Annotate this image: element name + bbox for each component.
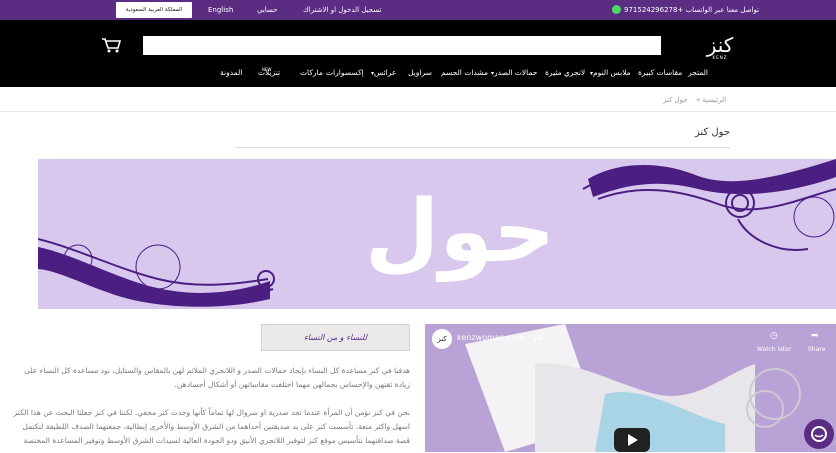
top-bar: تواصل معنا عبر الواتساب +971524296278 تس… bbox=[0, 0, 836, 20]
search-input[interactable] bbox=[143, 36, 661, 55]
cart-icon[interactable] bbox=[101, 37, 121, 53]
chat-button[interactable] bbox=[804, 419, 834, 449]
about-paragraph-line: قصة صداقتهما بتأسيس موقع كنز لتوفير اللا… bbox=[23, 436, 410, 445]
account-link[interactable]: حسابي bbox=[257, 6, 278, 14]
nav-item-sexy-lingerie[interactable]: لانجري مثيرة bbox=[545, 68, 585, 77]
about-paragraph-line: نحن في كنز نؤمن أن المرأة عندما تجد صدري… bbox=[13, 408, 410, 417]
nav-item-shapewear[interactable]: مشدات الجسم bbox=[441, 68, 488, 77]
breadcrumb-separator: » bbox=[696, 96, 701, 104]
site-logo-sub: KENZ bbox=[712, 55, 728, 60]
share-icon[interactable]: ➦ bbox=[811, 331, 819, 341]
nav-item-brands[interactable]: ماركات bbox=[300, 68, 323, 77]
nav-item-blog[interactable]: المدونة bbox=[220, 68, 242, 77]
nav-item-accessories[interactable]: إكسسوارات bbox=[326, 68, 364, 77]
nav-item-panties[interactable]: سراويل bbox=[408, 68, 432, 77]
title-divider bbox=[236, 147, 730, 148]
nav-item-plus-size[interactable]: مقاسات كبيرة bbox=[638, 68, 682, 77]
breadcrumb-home[interactable]: الرئيسية bbox=[702, 96, 726, 104]
breadcrumb: الرئيسية » حول كنز bbox=[0, 87, 836, 112]
whatsapp-icon[interactable] bbox=[612, 5, 621, 14]
video-title[interactable]: kenzwoman.com - كنز bbox=[457, 333, 543, 342]
about-paragraph-line: هدفنا في كنز مساعدة كل النساء بإيجاد حما… bbox=[24, 366, 410, 375]
play-button[interactable] bbox=[614, 428, 650, 452]
about-paragraph-line: زيادة ثقتهن والإحساس بجمالهن مهما اختلفت… bbox=[174, 380, 410, 389]
watch-later-label[interactable]: Watch later bbox=[757, 346, 791, 353]
new-badge: NEW bbox=[262, 67, 272, 72]
tagline-quote: للنساء و من النساء bbox=[261, 324, 410, 351]
nav-item-bras[interactable]: حمالات الصدر▾ bbox=[491, 68, 537, 77]
country-selector[interactable]: المملكة العربية السعودية bbox=[116, 2, 192, 18]
page-title: حول كنز bbox=[694, 127, 730, 138]
channel-avatar[interactable]: كنز bbox=[432, 329, 452, 349]
nav-item-brides[interactable]: عرائس▾ bbox=[371, 68, 396, 77]
login-link[interactable]: تسجيل الدخول او الاشتراك bbox=[303, 6, 381, 14]
chat-icon bbox=[811, 426, 827, 442]
language-link[interactable]: English bbox=[208, 6, 233, 14]
breadcrumb-current: حول كنز bbox=[663, 96, 688, 104]
about-paragraph-line: اسهل واكثر متعة. تأسست كنز على يد صديقتي… bbox=[22, 422, 410, 431]
share-label[interactable]: Share bbox=[808, 346, 825, 353]
nav-item-store[interactable]: المتجر bbox=[688, 68, 708, 77]
nav-item-sleepwear[interactable]: ملابس النوم▾ bbox=[590, 68, 631, 77]
clock-icon[interactable]: ◷ bbox=[770, 331, 778, 341]
whatsapp-contact[interactable]: تواصل معنا عبر الواتساب +971524296278 bbox=[624, 6, 759, 14]
